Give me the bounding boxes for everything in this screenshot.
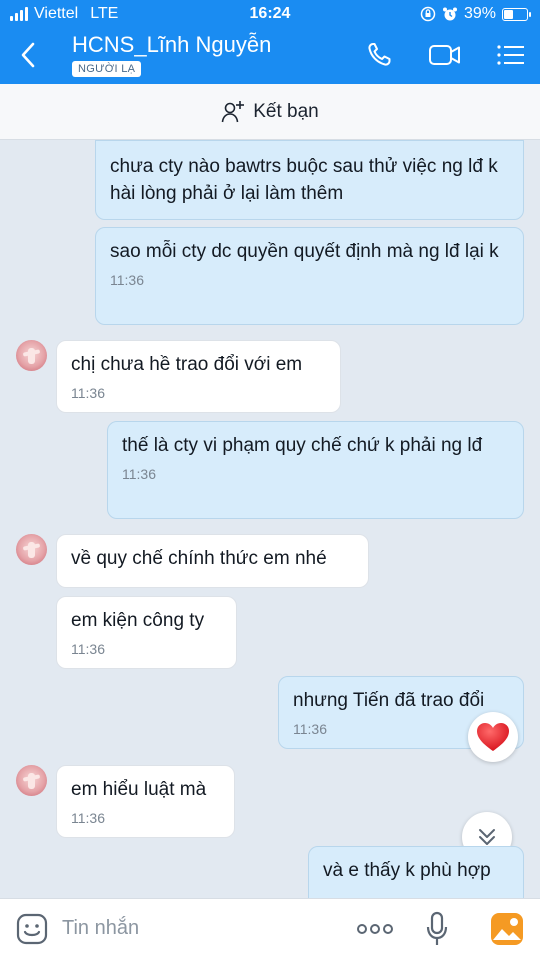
menu-icon[interactable] — [494, 40, 528, 70]
battery-percent: 39% — [463, 5, 496, 22]
message-bubble[interactable]: em kiện công ty 11:36 — [56, 596, 237, 669]
avatar[interactable] — [16, 765, 47, 796]
message-bubble[interactable]: sao mỗi cty dc quyền quyết định mà ng lđ… — [95, 227, 524, 325]
message-input-bar: Tin nhắn — [0, 898, 540, 960]
message-bubble[interactable]: chị chưa hề trao đổi với em 11:36 — [56, 340, 341, 413]
message-time: 11:36 — [71, 641, 105, 657]
message-text: chưa cty nào bawtrs buộc sau thử việc ng… — [110, 156, 498, 204]
rotation-lock-icon — [420, 6, 436, 22]
message-text: thế là cty vi phạm quy chế chứ k phải ng… — [122, 435, 483, 456]
message-bubble[interactable]: thế là cty vi phạm quy chế chứ k phải ng… — [107, 421, 524, 519]
message-bubble[interactable]: và e thấy k phù hợp — [308, 846, 524, 906]
message-bubble[interactable]: chưa cty nào bawtrs buộc sau thử việc ng… — [95, 140, 524, 220]
sticker-icon[interactable] — [16, 913, 48, 945]
message-bubble[interactable]: em hiểu luật mà 11:36 — [56, 765, 235, 838]
message-bubble[interactable]: về quy chế chính thức em nhé — [56, 534, 369, 588]
battery-fill — [504, 9, 513, 19]
stranger-badge: NGƯỜI LẠ — [72, 61, 142, 77]
image-picker-icon[interactable] — [490, 912, 524, 946]
header-bar: Viettel LTE 16:24 39% HCNS_Lĩnh Nguyễn N… — [0, 0, 540, 84]
reaction-button[interactable] — [468, 712, 518, 762]
message-text: và e thấy k phù hợp — [323, 860, 491, 881]
double-chevron-down-icon — [479, 829, 495, 845]
message-text: chị chưa hề trao đổi với em — [71, 354, 303, 375]
alarm-icon — [442, 7, 457, 21]
microphone-icon[interactable] — [426, 911, 448, 947]
message-text: nhưng Tiến đã trao đổi — [293, 690, 485, 711]
contact-name[interactable]: HCNS_Lĩnh Nguyễn — [72, 32, 271, 58]
heart-icon — [477, 723, 509, 751]
message-text: sao mỗi cty dc quyền quyết định mà ng lđ… — [110, 241, 499, 262]
message-time: 11:36 — [110, 272, 144, 288]
message-text: em kiện công ty — [71, 610, 205, 631]
phone-icon[interactable] — [364, 40, 398, 70]
more-options-icon[interactable] — [356, 921, 394, 937]
add-friend-bar[interactable]: Kết bạn — [0, 84, 540, 140]
message-time: 11:36 — [71, 385, 105, 401]
message-time: 11:36 — [71, 810, 105, 826]
status-bar: Viettel LTE 16:24 39% — [0, 0, 540, 28]
add-friend-icon — [221, 100, 245, 122]
add-friend-label: Kết bạn — [253, 100, 319, 122]
video-call-icon[interactable] — [428, 40, 462, 70]
avatar[interactable] — [16, 340, 47, 371]
message-input[interactable]: Tin nhắn — [62, 917, 139, 940]
back-icon[interactable] — [14, 38, 42, 72]
message-time: 11:36 — [122, 466, 156, 482]
battery-icon — [502, 7, 531, 21]
avatar[interactable] — [16, 534, 47, 565]
message-text: về quy chế chính thức em nhé — [71, 548, 327, 569]
message-text: em hiểu luật mà — [71, 779, 207, 800]
